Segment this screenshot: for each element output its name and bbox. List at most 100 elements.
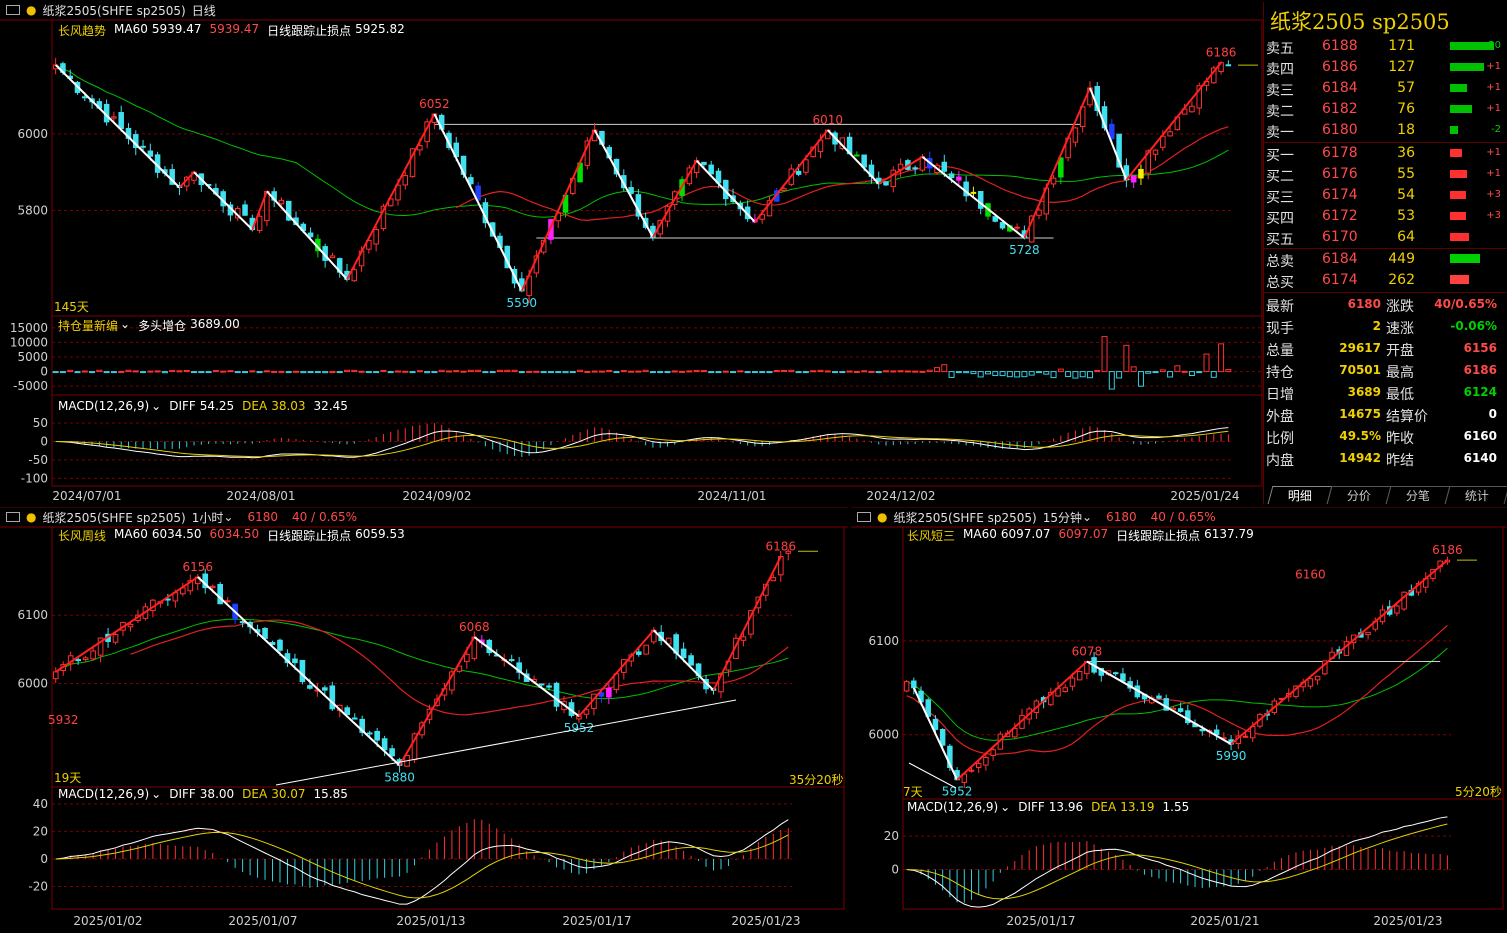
tab-ticks[interactable]: 分笔	[1385, 486, 1451, 504]
bids-row[interactable]: 买二 6176 55 +1	[1264, 164, 1507, 185]
bids-row[interactable]: 买五 6170 64	[1264, 227, 1507, 248]
macd-y-tick-label: 50	[33, 416, 48, 430]
oi-bar	[314, 371, 321, 374]
asks-row[interactable]: 卖一 6180 18 -2	[1264, 120, 1507, 141]
bids-change: +3	[1486, 210, 1501, 221]
oi-bar	[285, 371, 292, 374]
m15-chart[interactable]: 6000 6100 6078 5952 5990 6160 6186 0 20 2025/01/1…	[851, 507, 1507, 933]
candle-body	[82, 657, 89, 661]
oi-indicator-name[interactable]: 持仓量新编	[58, 317, 118, 334]
m15-macd-name[interactable]: MACD(12,26,9)	[907, 800, 998, 814]
stat-label-2[interactable]: 结算价	[1386, 406, 1428, 426]
bids-price: 6178	[1322, 145, 1358, 161]
oi-bar	[569, 371, 576, 374]
h1-indicator-name[interactable]: 长风周线	[58, 527, 106, 544]
bids-row[interactable]: 买一 6178 36 +1	[1264, 143, 1507, 164]
daily-macd-name[interactable]: MACD(12,26,9)	[58, 399, 149, 413]
y-tick-label: 6100	[868, 634, 899, 648]
m15-ma-value: 6097.07	[1000, 527, 1051, 541]
candle-body	[770, 577, 777, 582]
oi-bar	[227, 370, 234, 373]
bids-price: 6172	[1322, 208, 1358, 224]
oi-bar	[176, 370, 183, 373]
oi-bar	[81, 370, 88, 373]
asks-row[interactable]: 卖二 6182 76 +1	[1264, 99, 1507, 120]
diff-line	[55, 427, 1229, 459]
totals-volume: 449	[1388, 251, 1415, 267]
oi-bar	[1043, 371, 1050, 375]
bids-depth-bar	[1450, 233, 1469, 241]
zigzag-down-segment	[193, 171, 254, 231]
asks-row[interactable]: 卖四 6186 127 +1	[1264, 57, 1507, 78]
tab-stats[interactable]: 统计	[1444, 486, 1507, 504]
daily-chart[interactable]: 5800600060525590601057286186-50000500010…	[0, 0, 1264, 506]
m15-macd-chevron-icon[interactable]: ⌄	[1000, 800, 1010, 814]
asks-label: 卖三	[1266, 83, 1294, 99]
macd-y-tick-label: 20	[884, 829, 899, 843]
oi-bar	[409, 371, 416, 374]
oi-bar	[941, 364, 948, 373]
asks-price: 6186	[1322, 59, 1358, 75]
stats-row: 内盘 14942 昨结 6140	[1264, 448, 1507, 469]
stat-value: 6180	[1347, 297, 1381, 311]
zigzag-down-segment	[1086, 660, 1232, 745]
totals-label: 总买	[1266, 275, 1294, 291]
daily-x-tick-label: 2025/01/24	[1170, 489, 1239, 503]
stat-value: 49.5%	[1339, 429, 1381, 443]
stats-row: 日增 3689 最低 6124	[1264, 382, 1507, 403]
daily-diff-label: DIFF	[169, 399, 196, 413]
bids-row[interactable]: 买三 6174 54 +3	[1264, 185, 1507, 206]
m15-x-tick-label: 2025/01/21	[1190, 914, 1259, 928]
stat-label: 持仓	[1266, 365, 1294, 381]
oi-bar	[824, 370, 831, 373]
oi-bar	[540, 371, 547, 374]
m15-days-label: 7天	[903, 785, 923, 799]
price-annotation: 5728	[1009, 243, 1040, 257]
bids-row[interactable]: 买四 6172 53 +3	[1264, 206, 1507, 227]
candle-body	[546, 685, 552, 688]
zigzag-down-segment	[593, 129, 654, 238]
daily-ma-value: 5939.47	[151, 22, 202, 36]
tab-detail[interactable]: 明细	[1267, 486, 1333, 504]
oi-bar	[766, 371, 773, 374]
tab-price-dist[interactable]: 分价	[1326, 486, 1392, 504]
daily-indicator-name[interactable]: 长风趋势	[58, 22, 106, 39]
y-tick-label: 6000	[17, 676, 48, 690]
h1-dea-value: 30.07	[271, 787, 306, 801]
price-annotation: 5932	[48, 713, 79, 727]
candle-body	[903, 681, 910, 692]
oi-chevron-icon[interactable]: ⌄	[120, 317, 130, 334]
m15-indicator-name[interactable]: 长风短三	[907, 527, 955, 544]
candle-body	[1365, 631, 1371, 636]
price-annotation: 5952	[564, 721, 595, 735]
daily-macd-chevron-icon[interactable]: ⌄	[151, 399, 161, 413]
asks-row[interactable]: 卖三 6184 57 +1	[1264, 78, 1507, 99]
oi-bar	[59, 371, 66, 374]
zigzag-up-segment	[578, 629, 655, 717]
candle-body	[1199, 729, 1205, 732]
macd-y-tick-label: 0	[891, 863, 899, 877]
candle-body	[52, 671, 59, 680]
h1-dea-label: DEA	[242, 787, 268, 801]
h1-macd-name[interactable]: MACD(12,26,9)	[58, 787, 149, 801]
oi-bar	[810, 370, 817, 373]
stat-label-2: 最低	[1386, 387, 1414, 403]
zigzag-down-segment	[473, 636, 580, 718]
zigzag-up-segment	[652, 160, 698, 238]
candle-body	[1189, 105, 1195, 113]
bids-price: 6176	[1322, 166, 1358, 182]
h1-stop-label: 日线跟踪止损点	[267, 529, 352, 543]
oi-bar	[205, 371, 212, 374]
candle-body	[1307, 678, 1314, 687]
asks-row[interactable]: 卖五 6188 171 -20	[1264, 36, 1507, 57]
oi-bar	[992, 371, 999, 376]
oi-bar	[744, 371, 751, 374]
h1-chart[interactable]: 6000 6100 6156 5932 5880 6068 5952 6186 -20 0 20 40…	[0, 507, 848, 933]
oi-bar	[518, 371, 525, 374]
h1-macd-chevron-icon[interactable]: ⌄	[151, 787, 161, 801]
zigzag-up-segment	[55, 576, 199, 673]
quote-tabs: 明细 分价 分笔 统计	[1267, 486, 1507, 504]
oi-bar	[103, 371, 110, 374]
bids-price: 6170	[1322, 229, 1358, 245]
oi-bar	[1188, 371, 1195, 377]
